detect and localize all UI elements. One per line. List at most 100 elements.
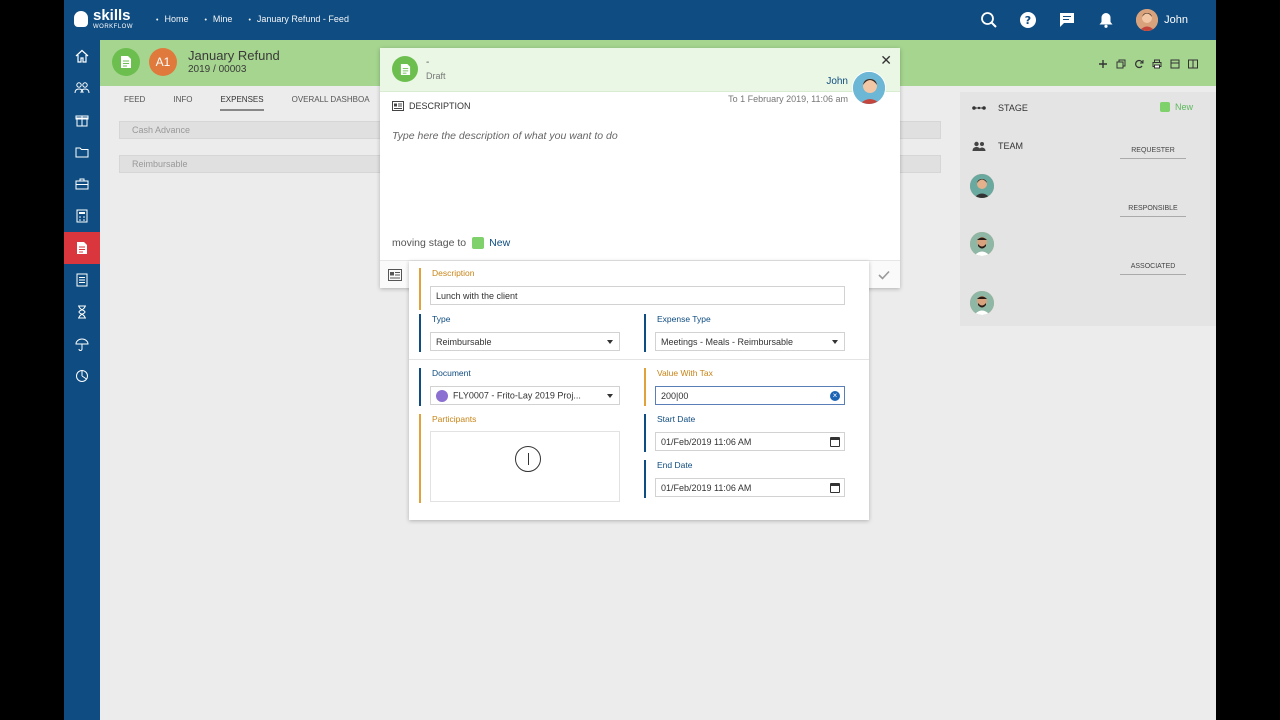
responsible-avatar[interactable] (970, 232, 994, 256)
value-with-tax-input[interactable]: 200|00 × (655, 386, 845, 405)
expense-form-icon[interactable] (388, 268, 402, 281)
logo[interactable]: skills WORKFLOW (74, 8, 133, 30)
team-row: TEAM (972, 141, 1023, 151)
close-icon[interactable]: ✕ (880, 52, 892, 69)
stage-dots-icon (972, 106, 986, 110)
team-label: TEAM (998, 141, 1024, 151)
stage-label: STAGE (998, 103, 1028, 113)
search-icon[interactable] (980, 11, 998, 29)
document-select[interactable]: FLY0007 - Frito-Lay 2019 Proj... (430, 386, 620, 405)
sidebar-item-documents[interactable] (64, 232, 100, 264)
type-select[interactable]: Reimbursable (430, 332, 620, 351)
stage-color-swatch (472, 237, 485, 249)
expense-type-select[interactable]: Meetings - Meals - Reimbursable (655, 332, 845, 351)
calculator-icon (76, 209, 88, 223)
logo-subtext: WORKFLOW (93, 24, 133, 30)
bulb-icon (74, 11, 88, 27)
sidebar-item-home[interactable] (64, 40, 100, 72)
user-name[interactable]: John (1164, 14, 1188, 26)
tab-expenses[interactable]: EXPENSES (220, 95, 264, 111)
document-number: 2019 / 00003 (188, 64, 247, 75)
modal-status: Draft (426, 71, 446, 81)
moving-stage-value[interactable]: New (489, 237, 510, 249)
role-associated: ASSOCIATED (1120, 263, 1186, 275)
document-label: Document (432, 368, 471, 378)
stage-color-swatch (1160, 102, 1170, 112)
sidebar-item-calculator[interactable] (64, 200, 100, 232)
user-avatar[interactable] (1136, 9, 1159, 31)
breadcrumb-current[interactable]: January Refund - Feed (248, 14, 349, 24)
document-icon (77, 242, 87, 254)
layout-icon[interactable] (1188, 56, 1198, 69)
clear-icon[interactable]: × (830, 391, 840, 401)
document-icon (392, 56, 418, 82)
folder-icon (75, 147, 89, 158)
stage-badge[interactable]: New (1160, 102, 1193, 112)
modal-header: - Draft ✕ John (380, 48, 900, 105)
expense-type-value: Meetings - Meals - Reimbursable (661, 337, 794, 347)
document-icon (112, 48, 140, 76)
calendar-icon[interactable] (830, 483, 840, 493)
moving-stage-text: moving stage to (392, 237, 467, 249)
bell-icon[interactable] (1097, 11, 1115, 29)
end-date-input[interactable]: 01/Feb/2019 11:06 AM (655, 478, 845, 497)
sidebar (64, 40, 100, 720)
add-icon[interactable] (1098, 56, 1108, 68)
requester-avatar[interactable] (970, 174, 994, 198)
sidebar-item-gift[interactable] (64, 104, 100, 136)
archive-icon[interactable] (1170, 56, 1180, 69)
modal-title: - (426, 57, 430, 68)
participants-field[interactable] (430, 431, 620, 502)
expense-form: Description Lunch with the client Type R… (409, 261, 869, 520)
gift-icon (75, 115, 89, 127)
associated-avatar[interactable] (970, 291, 994, 315)
stage-row: STAGE (972, 103, 1028, 113)
breadcrumb-home[interactable]: Home (156, 14, 188, 24)
description-label: DESCRIPTION (409, 101, 471, 111)
tab-feed[interactable]: FEED (124, 95, 145, 111)
sidebar-item-list[interactable] (64, 264, 100, 296)
right-panel: STAGE New TEAM REQUESTER RESPONSIBLE ASS… (960, 92, 1216, 326)
description-input[interactable]: Type here the description of what you wa… (392, 130, 618, 142)
team-icon (972, 141, 986, 151)
end-date-label: End Date (657, 460, 693, 470)
sidebar-item-reports[interactable] (64, 360, 100, 392)
start-date-input[interactable]: 01/Feb/2019 11:06 AM (655, 432, 845, 451)
type-value: Reimbursable (436, 337, 492, 347)
refresh-icon[interactable] (1134, 56, 1144, 69)
tab-overall-dashboard[interactable]: OVERALL DASHBOA (292, 95, 370, 111)
chevron-down-icon (607, 340, 613, 344)
chart-icon (76, 370, 88, 382)
print-icon[interactable] (1152, 56, 1162, 69)
sidebar-item-folder[interactable] (64, 136, 100, 168)
list-icon (76, 273, 88, 287)
expense-type-label: Expense Type (657, 314, 711, 324)
calendar-icon[interactable] (830, 437, 840, 447)
briefcase-icon (75, 178, 89, 190)
sidebar-item-briefcase[interactable] (64, 168, 100, 200)
sidebar-item-users[interactable] (64, 72, 100, 104)
document-badge: A1 (149, 48, 177, 76)
description-field[interactable]: Lunch with the client (430, 286, 845, 305)
tab-info[interactable]: INFO (173, 95, 192, 111)
modal-date: To 1 February 2019, 11:06 am (728, 94, 848, 104)
home-icon (75, 49, 89, 63)
participants-label: Participants (432, 414, 477, 424)
chat-icon[interactable] (1058, 11, 1076, 29)
check-icon[interactable] (878, 267, 890, 285)
breadcrumb-mine[interactable]: Mine (204, 14, 233, 24)
description-header: DESCRIPTION (392, 101, 471, 111)
new-feed-modal: - Draft ✕ John DESCRIPTION To 1 February… (380, 48, 900, 288)
copy-icon[interactable] (1116, 56, 1126, 69)
start-date-label: Start Date (657, 414, 696, 424)
role-requester: REQUESTER (1120, 147, 1186, 159)
modal-user-name: John (826, 76, 848, 87)
description-field-label: Description (432, 268, 475, 278)
value-with-tax-value: 200|00 (661, 391, 689, 401)
sidebar-item-hourglass[interactable] (64, 296, 100, 328)
logo-text: skills (93, 7, 131, 24)
folder-icon (436, 390, 448, 402)
help-icon[interactable]: ? (1019, 11, 1037, 29)
sidebar-item-umbrella[interactable] (64, 328, 100, 360)
hourglass-icon (78, 305, 86, 319)
